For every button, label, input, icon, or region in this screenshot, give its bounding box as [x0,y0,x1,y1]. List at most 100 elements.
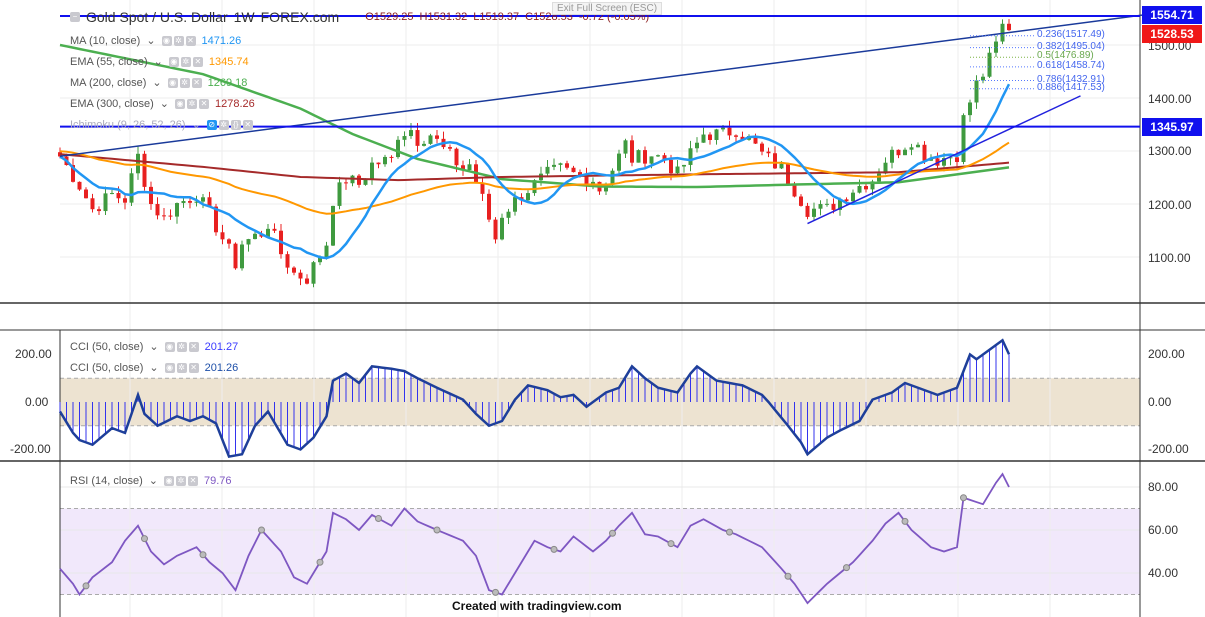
eye-icon[interactable]: ◉ [168,56,179,67]
candle [162,215,166,217]
candle [981,76,985,81]
eye-icon[interactable]: ◉ [164,341,175,352]
close-icon[interactable]: ✕ [185,35,196,46]
rsi-marker [726,528,733,536]
chart-canvas[interactable] [0,0,1205,617]
close-icon[interactable]: ✕ [242,119,253,130]
candle [812,208,816,217]
cci-tick-right: -200.00 [1148,442,1189,456]
legend-ema55[interactable]: EMA (55, close) ⌄ ◉ ✲ ✕ 1345.74 [70,55,249,69]
candle [1007,23,1011,31]
legend-ichimoku[interactable]: Ichimoku (9, 26, 52, 26) ⌄ ⊘ ✲{} ✕ [70,118,253,131]
candle [188,201,192,203]
candle [331,205,335,246]
close-icon[interactable]: ✕ [198,98,209,109]
fib-label: 0.886(1417.53) [1037,81,1105,93]
gear-icon[interactable]: ✲ [175,475,186,486]
legend-label: RSI (14, close) [70,474,143,487]
rsi-marker [609,529,616,537]
symbol-title[interactable]: Gold Spot / U.S. Dollar [86,9,228,25]
eye-icon[interactable]: ◉ [163,475,174,486]
candle [682,164,686,167]
gear-icon[interactable]: ✲ [173,35,184,46]
legend-label: EMA (55, close) [70,55,148,68]
eye-icon[interactable]: ◉ [161,35,172,46]
candle [831,203,836,210]
candle [890,149,894,163]
legend-cci-1[interactable]: CCI (50, close) ⌄ ◉ ✲ ✕ 201.27 [70,340,238,354]
credit-text: Created with tradingview.com [452,599,622,613]
rsi-tick: 40.00 [1148,566,1179,580]
candle [428,135,433,144]
candle [721,127,725,130]
candle [500,217,504,240]
candle [695,142,699,149]
candle [526,193,530,201]
interval[interactable]: 1W [234,9,255,25]
candle [961,115,966,162]
close-icon[interactable]: ✕ [192,56,203,67]
close-icon[interactable]: ✕ [191,77,202,88]
legend-value: 79.76 [203,474,232,487]
legend-value: 1471.26 [201,34,242,47]
tradingview-chart[interactable]: − Gold Spot / U.S. Dollar 1W FOREX.com O… [0,0,1205,617]
candle [357,175,361,185]
gear-icon[interactable]: ✲ [218,119,229,130]
cci-tick: 200.00 [15,347,52,361]
gear-icon[interactable]: ✲ [176,341,187,352]
candle [617,153,621,171]
legend-cci-2[interactable]: CCI (50, close) ⌄ ◉ ✲ ✕ 201.26 [70,361,238,375]
rsi-tick: 80.00 [1148,480,1179,494]
candle [805,205,810,217]
rsi-marker [960,494,967,502]
legend-ma200[interactable]: MA (200, close) ⌄ ◉ ✲ ✕ 1269.18 [70,76,247,90]
candle [123,198,127,203]
exit-fullscreen-button[interactable]: Exit Full Screen (ESC) [552,2,663,15]
eye-icon[interactable]: ◉ [167,77,178,88]
candle [955,157,959,162]
close-icon[interactable]: ✕ [188,362,199,373]
candle [84,189,88,199]
price-tick: 1200.00 [1148,198,1192,212]
eye-icon[interactable]: ◉ [174,98,185,109]
cci-tick-right: 0.00 [1148,395,1172,409]
hidden-eye-icon[interactable]: ⊘ [206,119,217,130]
candle [415,130,420,146]
candle [246,239,251,245]
close-icon[interactable]: ✕ [188,341,199,352]
collapse-icon[interactable]: − [70,12,80,22]
rsi-marker [667,540,675,548]
ma10-line [59,83,1011,260]
price-tag-support: 1345.97 [1142,118,1202,136]
legend-ema300[interactable]: EMA (300, close) ⌄ ◉ ✲ ✕ 1278.26 [70,97,255,111]
candle [760,143,764,152]
legend-ma10[interactable]: MA (10, close) ⌄ ◉ ✲ ✕ 1471.26 [70,34,242,48]
rsi-marker [492,588,499,596]
candle [675,166,680,174]
ohlc-open: O1529.25 [365,11,414,23]
rsi-tick: 60.00 [1148,523,1179,537]
candle [253,233,257,240]
eye-icon[interactable]: ◉ [164,362,175,373]
candle [435,135,439,139]
candle [636,150,641,163]
candle [376,162,381,165]
candle [558,163,563,165]
legend-rsi[interactable]: RSI (14, close) ⌄ ◉ ✲ ✕ 79.76 [70,474,232,488]
gear-icon[interactable]: ✲ [176,362,187,373]
candle [311,262,316,284]
gear-icon[interactable]: ✲ [179,77,190,88]
braces-icon[interactable]: {} [230,119,241,130]
close-icon[interactable]: ✕ [187,475,198,486]
candle [987,52,992,77]
gear-icon[interactable]: ✲ [186,98,197,109]
candle [649,156,654,164]
candle [766,151,771,154]
candle [968,102,972,116]
candle [571,167,576,173]
gear-icon[interactable]: ✲ [180,56,191,67]
candle [175,203,179,217]
candle [734,135,738,137]
price-tick: 1400.00 [1148,92,1192,106]
candle [688,148,693,165]
